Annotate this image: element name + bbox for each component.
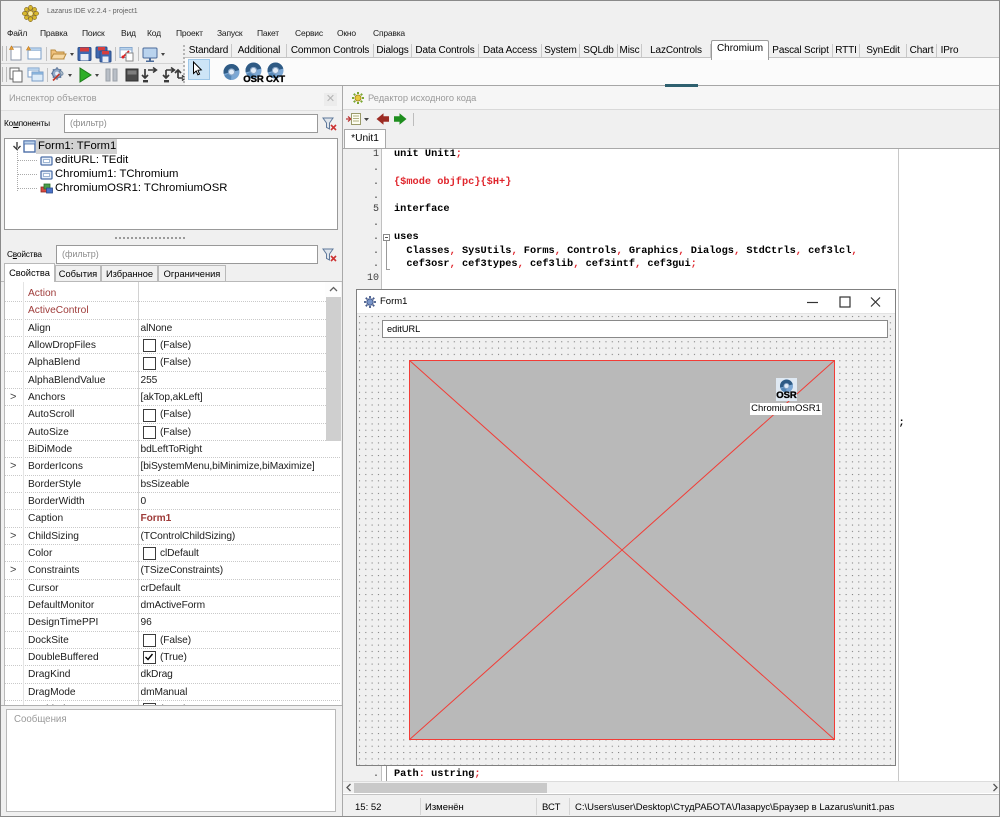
svg-text:OSR: OSR [243, 74, 264, 84]
svg-text:CXT: CXT [266, 74, 285, 84]
svg-text:OSR: OSR [776, 390, 797, 401]
